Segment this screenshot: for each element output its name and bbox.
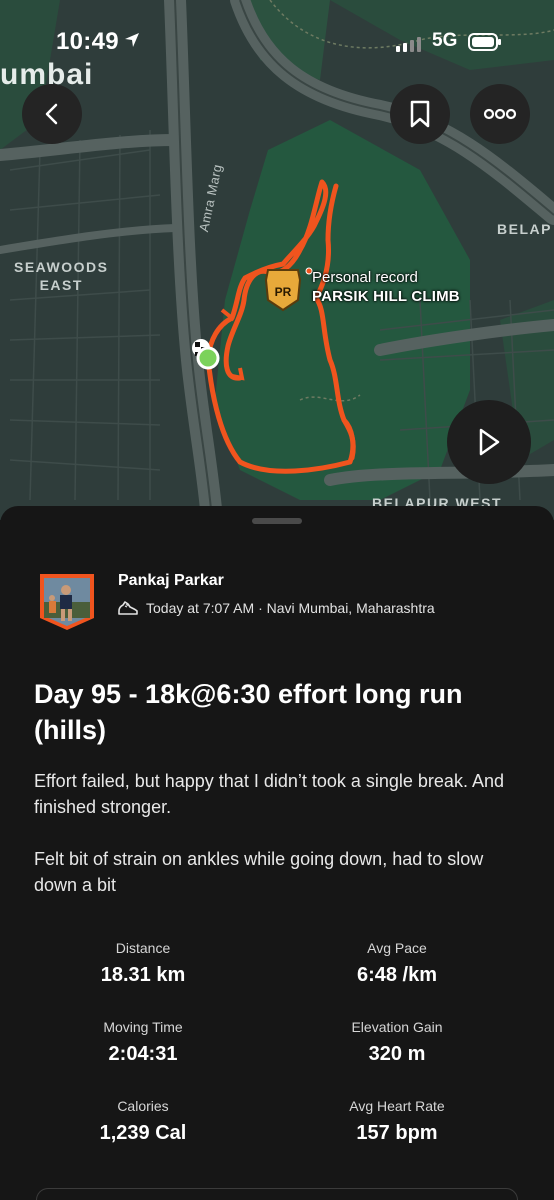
stat-label: Avg Pace (367, 940, 427, 956)
stat-elevation-gain: Elevation Gain 320 m (262, 1019, 532, 1066)
status-time: 10:49 (56, 28, 119, 55)
chevron-left-icon (45, 103, 58, 125)
stat-label: Moving Time (103, 1019, 183, 1035)
stat-value: 18.31 km (100, 964, 186, 986)
location-arrow-icon (125, 33, 139, 47)
status-bar: 10:49 5G (0, 0, 554, 80)
stat-value: 6:48 /km (356, 964, 438, 986)
running-shoe-icon (118, 601, 138, 615)
stat-label: Distance (115, 940, 171, 956)
battery-icon (468, 33, 501, 51)
route-map[interactable]: PR umbai SEAWOODS EAST BELAP BELAPUR WES… (0, 0, 554, 520)
description-paragraph: Effort failed, but happy that I didn’t t… (34, 771, 504, 817)
stat-label: Elevation Gain (351, 1019, 443, 1035)
stat-value: 1,239 Cal (99, 1122, 187, 1144)
stat-avg-pace: Avg Pace 6:48 /km (262, 940, 532, 987)
athlete-avatar[interactable] (38, 572, 96, 632)
next-card[interactable] (36, 1188, 518, 1200)
pr-badge-text: PR (275, 285, 292, 299)
more-options-button[interactable] (470, 84, 530, 144)
stat-value: 2:04:31 (108, 1043, 178, 1065)
back-button[interactable] (22, 84, 82, 144)
activity-title: Day 95 - 18k@6:30 effort long run (hills… (34, 679, 463, 745)
activity-date-location: Today at 7:07 AM · Navi Mumbai, Maharash… (146, 600, 435, 616)
pr-segment-label[interactable]: Personal record PARSIK HILL CLIMB (312, 268, 460, 306)
stat-avg-heart-rate: Avg Heart Rate 157 bpm (262, 1098, 532, 1145)
stat-value: 320 m (368, 1043, 426, 1065)
stat-label: Calories (117, 1098, 169, 1114)
map-label-seawoods: SEAWOODS EAST (14, 259, 109, 293)
stat-label: Avg Heart Rate (349, 1098, 445, 1114)
pr-segment-name: PARSIK HILL CLIMB (312, 288, 460, 305)
athlete-name[interactable]: Pankaj Parkar (118, 572, 224, 590)
description-paragraph: Felt bit of strain on ankles while going… (34, 849, 484, 895)
map-label-belap: BELAP (497, 221, 552, 237)
stat-calories: Calories 1,239 Cal (8, 1098, 278, 1145)
bookmark-button[interactable] (390, 84, 450, 144)
pr-title: Personal record (312, 269, 418, 286)
stat-distance: Distance 18.31 km (8, 940, 278, 987)
stat-value: 157 bpm (356, 1122, 438, 1144)
activity-meta: Today at 7:07 AM · Navi Mumbai, Maharash… (118, 600, 435, 616)
bookmark-icon (410, 100, 430, 128)
flyover-play-button[interactable] (447, 400, 531, 484)
stat-moving-time: Moving Time 2:04:31 (8, 1019, 278, 1066)
more-dots-icon (483, 108, 517, 120)
sheet-grabber[interactable] (252, 518, 302, 524)
activity-description: Effort failed, but happy that I didn’t t… (34, 768, 514, 898)
activity-sheet: Pankaj Parkar Today at 7:07 AM · Navi Mu… (0, 506, 554, 1200)
play-icon (479, 428, 500, 456)
cellular-signal-icon (396, 37, 421, 52)
network-type: 5G (432, 30, 458, 51)
